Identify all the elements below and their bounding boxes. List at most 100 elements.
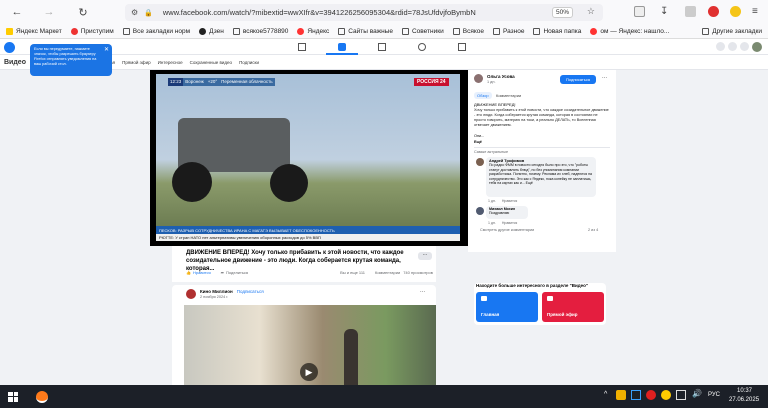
live-tile[interactable]: Прямой эфир [542,292,604,322]
language-indicator[interactable]: РУС [708,392,720,398]
bookmark-item[interactable]: ом — Яндекс: нашло... [590,27,669,35]
clock-time[interactable]: 10:37 [737,388,752,394]
more-options-button[interactable]: ··· [418,252,432,260]
divider [474,147,610,148]
bookmark-item[interactable]: Новая папка [533,27,581,35]
bookmark-star-icon[interactable]: ☆ [587,6,595,17]
live-tile-label: Прямой эфир [547,312,578,317]
groups-nav-icon[interactable] [418,43,426,51]
video-player[interactable]: 12:23 Воронеж +20° Переменная облачность… [150,70,468,246]
tray-icon[interactable]: ^ [604,391,607,398]
zoom-level[interactable]: 50% [551,7,573,18]
news-ticker-secondary: РЮТТЕ: У стран НАТО нет альтернативы уве… [156,234,460,241]
bookmark-item-other[interactable]: Другие закладки [702,27,762,35]
bookmark-item[interactable]: Дзен [199,27,224,35]
browser-toolbar: ← → ↻ ⚙ 🔒 www.facebook.com/watch/?mibext… [0,0,768,24]
network-icon[interactable] [676,390,686,400]
page-name[interactable]: Кино Миллион [200,289,233,294]
author-name[interactable]: Ольга Усова [487,74,515,79]
avatar[interactable] [752,42,762,52]
follow-button[interactable]: Подписаться [237,289,264,294]
home-nav-icon[interactable] [298,43,306,51]
see-more-link[interactable]: Ещё [474,140,482,144]
watch-nav-icon[interactable] [338,43,346,51]
see-more-comments-link[interactable]: Смотреть другие комментарии [480,228,534,232]
folder-icon [702,27,710,35]
avatar[interactable] [186,289,196,299]
sort-comments[interactable]: Самые актуальные [474,150,508,154]
comment-bubble: Михаил Мохин Поздравляю [486,206,528,219]
like-button[interactable]: Нравится [193,270,211,275]
comment-text: Поздравляю [489,211,510,215]
tray-icon[interactable] [661,390,671,400]
marketplace-nav-icon[interactable] [378,43,386,51]
notifications-icon[interactable] [740,42,749,51]
avatar[interactable] [476,158,484,166]
extension-icon[interactable] [730,6,741,17]
facebook-logo-icon[interactable] [4,42,15,53]
share-button[interactable]: Поделиться [226,270,248,275]
back-icon[interactable]: ← [8,3,26,21]
video-city: Воронеж [183,78,206,86]
more-options-icon[interactable]: ··· [420,289,425,295]
tab-overview[interactable]: Обзор [474,92,492,99]
adblock-icon[interactable] [708,6,719,17]
tab-live[interactable]: Прямой эфир [122,60,151,65]
bookmark-item[interactable]: всякое5778890 [232,27,288,35]
yandex-market-icon [6,27,13,35]
forward-icon[interactable]: → [40,3,58,21]
messenger-icon[interactable] [728,42,737,51]
menu-grid-icon[interactable] [716,42,725,51]
avatar[interactable] [476,207,484,215]
comment-like-button[interactable]: Нравится [502,199,517,203]
video-subnav: Видео Главная Прямой эфир Интересное Сох… [0,55,768,70]
robot-wheel [270,164,308,202]
clock-date[interactable]: 27.06.2025 [729,397,759,403]
bookmark-item[interactable]: Сайты важные [338,27,393,35]
bookmark-item[interactable]: Приступим [70,27,114,35]
firefox-taskbar-icon[interactable] [36,390,48,403]
bookmark-item[interactable]: Всякое [452,27,484,35]
pocket-icon[interactable] [634,6,645,17]
bookmark-item[interactable]: Все закладки норм [122,27,190,35]
video-info-bar: 12:23 Воронеж +20° Переменная облачность [168,78,275,86]
tray-icon[interactable] [631,390,641,400]
video-temp: +20° [205,78,220,86]
windows-start-icon[interactable] [8,391,18,402]
home-tile[interactable]: Главная [476,292,538,322]
address-bar[interactable]: ⚙ 🔒 www.facebook.com/watch/?mibextid=wwX… [125,4,603,21]
reload-icon[interactable]: ↻ [74,3,92,21]
gaming-nav-icon[interactable] [458,43,466,51]
volume-icon[interactable]: 🔊 [692,389,702,398]
comment-like-button[interactable]: Нравится [502,221,517,225]
reactions-count[interactable]: Вы и еще 111 [340,270,365,275]
tab-explore[interactable]: Интересное [158,60,183,65]
tray-icon[interactable] [646,390,656,400]
close-icon[interactable]: ✕ [104,46,109,54]
folder-icon [493,27,500,35]
tab-comments[interactable]: Комментарии [496,93,521,98]
tab-subscriptions[interactable]: Подписки [239,60,259,65]
video-post: Кино Миллион Подписаться 2 ноября 2024 г… [172,285,436,388]
tab-saved[interactable]: Сохраненные видео [190,60,232,65]
downloads-icon[interactable]: ↧ [660,6,671,17]
play-button[interactable]: ▶ [300,363,318,381]
bookmark-item[interactable]: Разное [493,27,524,35]
bookmark-item[interactable]: Яндекс Маркет [6,27,62,35]
channel-logo: РОССИЯ 24 [414,78,449,86]
extensions-icon[interactable] [685,6,696,17]
bookmark-item[interactable]: Яндекс [297,27,329,35]
folder-icon [533,27,541,35]
news-ticker: ПЕСКОВ: РАЗРЫВ СОТРУДНИЧЕСТВА ИРАНА С МА… [156,226,460,234]
comment-bubble: Андрей Трофимов По радио ФММ в новости с… [486,157,596,197]
comments-link[interactable]: Комментарии [375,270,400,275]
bookmark-item[interactable]: Советники [401,27,444,35]
video-weather: Переменная облачность [219,78,275,86]
subscribe-button[interactable]: Подписаться [560,75,596,84]
video-thumbnail[interactable]: ▶ [184,305,436,388]
avatar[interactable] [474,74,483,83]
card-title: Находите больше интересного в разделе "В… [476,283,588,288]
tray-icon[interactable] [616,390,626,400]
menu-icon[interactable]: ≡ [752,6,763,17]
more-options-icon[interactable]: ··· [602,75,607,81]
